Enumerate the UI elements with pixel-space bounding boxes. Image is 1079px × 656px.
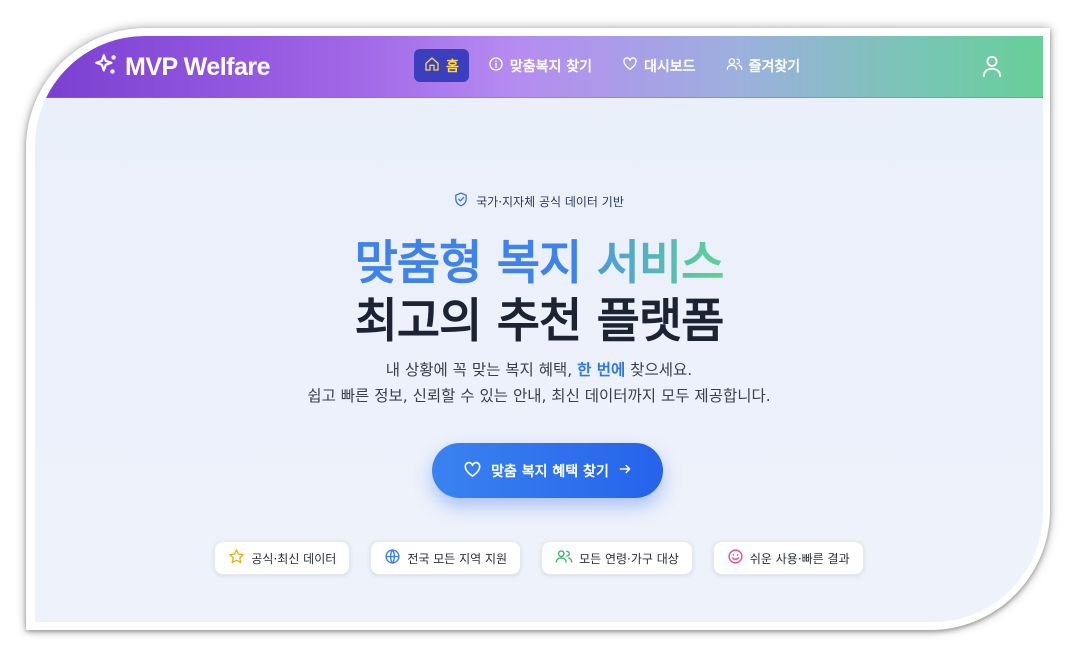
nav-item-home[interactable]: 홈 bbox=[414, 49, 469, 82]
main-menu: 홈 맞춤복지 찾기 대시보드 즐겨찾기 bbox=[414, 49, 811, 82]
nav-item-favorites[interactable]: 즐겨찾기 bbox=[715, 49, 812, 82]
arrow-right-icon bbox=[618, 462, 632, 480]
users-icon bbox=[555, 548, 573, 568]
info-icon bbox=[488, 56, 504, 76]
feature-label: 전국 모든 지역 지원 bbox=[407, 551, 508, 566]
user-icon bbox=[981, 55, 1003, 82]
feature-chip: 쉬운 사용·빠른 결과 bbox=[712, 541, 864, 575]
top-nav: MVP Welfare 홈 맞춤복지 찾기 대시보드 즐겨찾기 bbox=[35, 36, 1043, 98]
smile-icon bbox=[727, 548, 744, 568]
shield-check-icon bbox=[454, 192, 468, 210]
badge-text: 국가·지자체 공식 데이터 기반 bbox=[476, 194, 624, 209]
find-welfare-button[interactable]: 맞춤 복지 혜택 찾기 bbox=[432, 443, 663, 498]
feature-label: 모든 연령·가구 대상 bbox=[579, 551, 679, 566]
feature-label: 쉬운 사용·빠른 결과 bbox=[749, 551, 850, 566]
logo-text: MVP Welfare bbox=[125, 52, 271, 81]
heart-icon bbox=[622, 56, 638, 76]
nav-item-label: 대시보드 bbox=[644, 58, 696, 75]
nav-item-custom-welfare[interactable]: 맞춤복지 찾기 bbox=[477, 49, 603, 82]
subtitle-text: 내 상황에 꼭 맞는 복지 혜택, bbox=[385, 361, 578, 379]
hero-subtitle-2: 쉽고 빠른 정보, 신뢰할 수 있는 안내, 최신 데이터까지 모두 제공합니다… bbox=[307, 387, 771, 405]
cta-label: 맞춤 복지 혜택 찾기 bbox=[491, 463, 609, 480]
home-icon bbox=[424, 56, 440, 76]
trust-badge: 국가·지자체 공식 데이터 기반 bbox=[35, 192, 1043, 210]
hero-title-line2: 최고의 추천 플랫폼 bbox=[354, 294, 725, 349]
globe-icon bbox=[384, 548, 401, 568]
nav-item-label: 맞춤복지 찾기 bbox=[509, 58, 593, 75]
nav-item-dashboard[interactable]: 대시보드 bbox=[611, 49, 707, 82]
user-profile-button[interactable] bbox=[981, 54, 1003, 82]
feature-chip: 모든 연령·가구 대상 bbox=[541, 541, 693, 575]
feature-label: 공식·최신 데이터 bbox=[251, 551, 337, 566]
hero-subtitle-1: 내 상황에 꼭 맞는 복지 혜택, 한 번에 찾으세요. bbox=[35, 358, 1043, 380]
feature-chips: 공식·최신 데이터 전국 모든 지역 지원 모든 연령·가구 대상 쉬운 사용·… bbox=[35, 541, 1043, 575]
users-icon bbox=[726, 56, 743, 76]
feature-chip: 전국 모든 지역 지원 bbox=[370, 541, 522, 575]
subtitle-text: 찾으세요. bbox=[625, 361, 693, 379]
heart-icon bbox=[463, 460, 482, 482]
sparkles-icon bbox=[93, 52, 119, 82]
feature-chip: 공식·최신 데이터 bbox=[214, 541, 351, 575]
subtitle-highlight: 한 번에 bbox=[577, 361, 626, 379]
nav-item-label: 홈 bbox=[446, 58, 459, 75]
logo[interactable]: MVP Welfare bbox=[93, 52, 271, 82]
star-icon bbox=[228, 548, 245, 568]
app-window: MVP Welfare 홈 맞춤복지 찾기 대시보드 즐겨찾기 국가·지자체 공… bbox=[35, 36, 1043, 622]
nav-item-label: 즐겨찾기 bbox=[748, 58, 801, 75]
app-frame: MVP Welfare 홈 맞춤복지 찾기 대시보드 즐겨찾기 국가·지자체 공… bbox=[26, 28, 1050, 630]
